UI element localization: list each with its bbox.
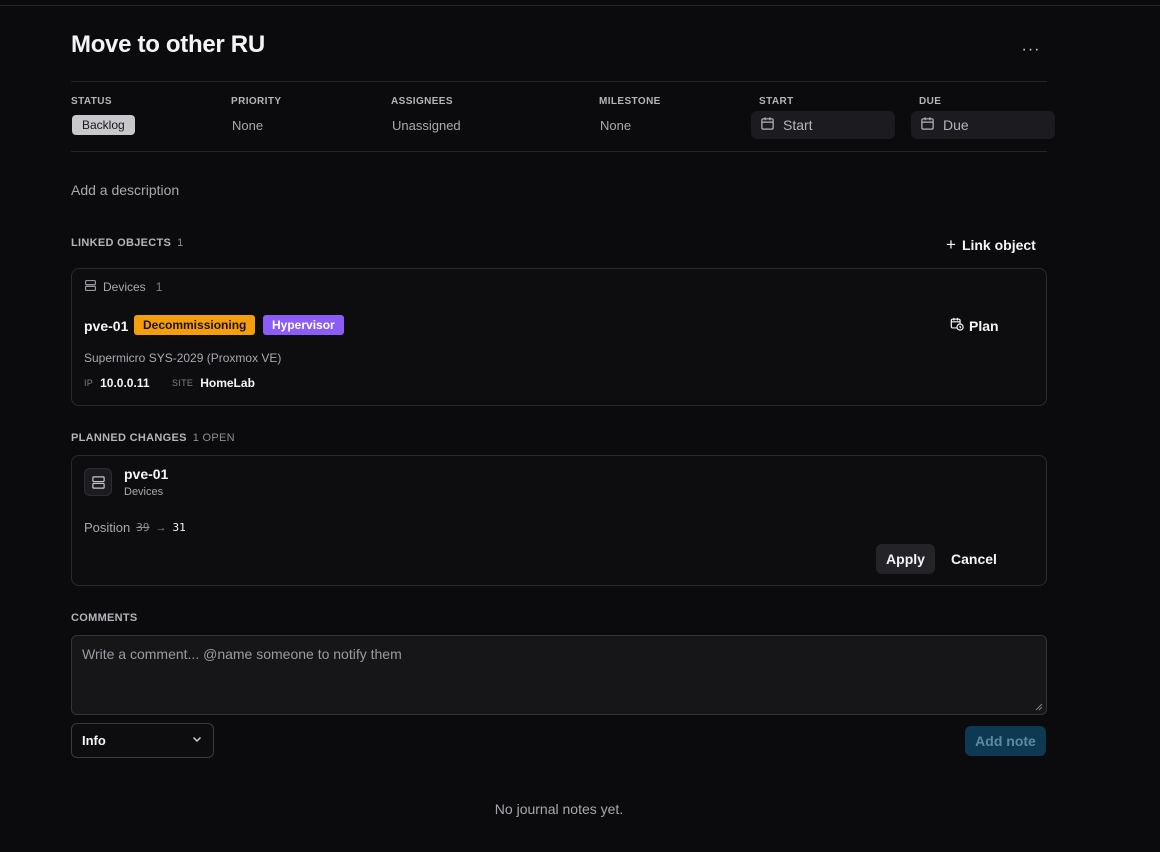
priority-label: PRIORITY xyxy=(231,96,282,107)
top-divider xyxy=(0,5,1160,6)
site-value: HomeLab xyxy=(200,376,255,390)
linked-objects-heading: LINKED OBJECTS 1 xyxy=(71,237,184,249)
plan-button[interactable]: Plan xyxy=(950,317,999,334)
start-date-text: Start xyxy=(783,117,813,133)
linked-objects-label: LINKED OBJECTS xyxy=(71,237,172,249)
new-value: 31 xyxy=(172,521,186,534)
linked-devices-card: Devices 1 pve-01 Decommissioning Hypervi… xyxy=(71,268,1047,406)
priority-value[interactable]: None xyxy=(232,118,263,133)
calendar-icon xyxy=(920,116,935,134)
device-description: Supermicro SYS-2029 (Proxmox VE) xyxy=(84,351,282,365)
empty-journal-message: No journal notes yet. xyxy=(494,801,624,817)
change-device-type: Devices xyxy=(124,486,164,498)
due-label: DUE xyxy=(919,96,942,107)
ip-value: 10.0.0.11 xyxy=(100,376,150,390)
assignees-value[interactable]: Unassigned xyxy=(392,118,461,133)
role-badge: Hypervisor xyxy=(263,315,344,335)
note-type-select[interactable]: Info xyxy=(71,723,214,758)
calendar-icon xyxy=(760,116,775,134)
start-label: START xyxy=(759,96,794,107)
planned-changes-count: 1 OPEN xyxy=(192,432,235,444)
change-device-name[interactable]: pve-01 xyxy=(124,466,168,482)
ip-key: IP xyxy=(84,378,94,388)
assignees-label: ASSIGNEES xyxy=(391,96,453,107)
server-icon xyxy=(84,468,112,496)
server-icon xyxy=(84,279,97,295)
due-date-text: Due xyxy=(943,117,969,133)
status-badge: Decommissioning xyxy=(134,315,256,335)
issue-title[interactable]: Move to other RU xyxy=(71,31,265,59)
due-date-button[interactable]: Due xyxy=(911,111,1055,139)
apply-button[interactable]: Apply xyxy=(876,544,935,574)
change-diff: Position 39 → 31 xyxy=(84,520,186,535)
planned-changes-label: PLANNED CHANGES xyxy=(71,432,187,444)
status-label: STATUS xyxy=(71,96,112,107)
devices-group-count: 1 xyxy=(155,280,163,294)
calendar-clock-icon xyxy=(950,317,964,334)
cancel-button[interactable]: Cancel xyxy=(944,544,1004,574)
divider xyxy=(71,151,1047,152)
arrow-right-icon: → xyxy=(155,521,167,534)
more-options-icon[interactable]: ··· xyxy=(1019,38,1043,62)
resize-handle-icon[interactable] xyxy=(1034,702,1043,711)
comments-heading: COMMENTS xyxy=(71,612,138,624)
devices-group-label: Devices xyxy=(103,280,146,294)
planned-changes-heading: PLANNED CHANGES 1 OPEN xyxy=(71,432,235,444)
add-description[interactable]: Add a description xyxy=(71,182,179,198)
start-date-button[interactable]: Start xyxy=(751,111,895,139)
change-field: Position xyxy=(84,520,131,535)
device-name[interactable]: pve-01 xyxy=(84,318,128,334)
device-ip: IP 10.0.0.11 xyxy=(84,376,150,390)
devices-group-header: Devices 1 xyxy=(84,279,162,295)
site-key: SITE xyxy=(172,378,194,388)
linked-objects-count: 1 xyxy=(177,237,184,249)
plan-label: Plan xyxy=(969,317,999,334)
plus-icon: + xyxy=(946,235,956,254)
milestone-value[interactable]: None xyxy=(600,118,631,133)
old-value: 39 xyxy=(136,521,150,534)
add-note-button[interactable]: Add note xyxy=(965,726,1046,756)
divider xyxy=(71,81,1047,82)
milestone-label: MILESTONE xyxy=(599,96,661,107)
device-site: SITE HomeLab xyxy=(172,376,255,390)
status-badge[interactable]: Backlog xyxy=(72,115,135,135)
planned-change-card: pve-01 Devices Position 39 → 31 Apply Ca… xyxy=(71,455,1047,586)
note-type-value: Info xyxy=(82,733,106,748)
comment-input[interactable] xyxy=(71,635,1047,715)
link-object-label: Link object xyxy=(961,236,1036,253)
chevron-down-icon xyxy=(191,733,203,748)
link-object-button[interactable]: + Link object xyxy=(946,236,1036,253)
